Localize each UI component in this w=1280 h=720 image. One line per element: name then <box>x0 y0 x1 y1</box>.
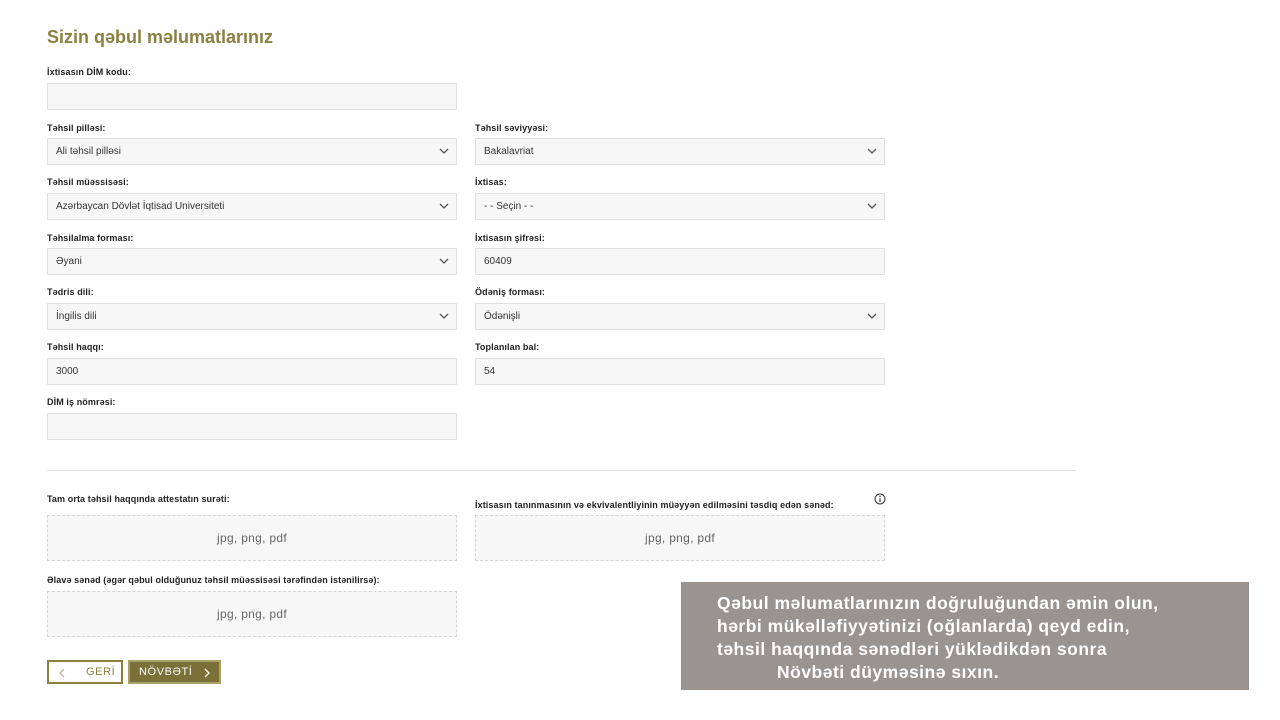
ixtisas-sifresi-label: İxtisasın şifrəsi: <box>475 233 545 243</box>
tehsil-pillesi-select[interactable]: Ali təhsil pilləsi <box>47 138 457 165</box>
instruction-line-2: hərbi mükəlləfiyyətinizi (oğlanlarda) qe… <box>717 616 1130 636</box>
odenis-formasi-label: Ödəniş forması: <box>475 287 546 297</box>
tehsil-pillesi-value: Ali təhsil pilləsi <box>56 146 122 157</box>
odenis-formasi-select[interactable]: Ödənişli <box>475 303 885 330</box>
dim-code-input[interactable] <box>47 83 457 110</box>
instruction-line-3: təhsil haqqında sənədləri yüklədikdən so… <box>717 639 1108 659</box>
chevron-left-icon <box>59 668 65 678</box>
ixtisas-select[interactable]: - - Seçin - - <box>475 193 885 220</box>
instruction-line-4: Növbəti düyməsinə sıxın. <box>777 662 1000 682</box>
chevron-down-icon <box>867 313 877 319</box>
attestat-upload-dropzone[interactable]: jpg, png, pdf <box>47 515 457 561</box>
dim-is-nomresi-input[interactable] <box>47 413 457 440</box>
tehsil-seviyyesi-label: Təhsil səviyyəsi: <box>475 123 549 133</box>
tedris-dili-select[interactable]: İngilis dili <box>47 303 457 330</box>
upload-hint: jpg, png, pdf <box>217 531 287 545</box>
ixtisas-sifresi-input[interactable]: 60409 <box>475 248 885 275</box>
taninma-upload-label: İxtisasın tanınmasının və ekvivalentliyi… <box>475 500 834 510</box>
chevron-down-icon <box>439 148 449 154</box>
instruction-overlay: Qəbul məlumatlarınızın doğruluğundan əmi… <box>681 582 1249 690</box>
chevron-down-icon <box>439 313 449 319</box>
page-title: Sizin qəbul məlumatlarınız <box>47 27 274 47</box>
elave-upload-label: Əlavə sənəd (əgər qəbul olduğunuz təhsil… <box>47 575 380 585</box>
section-divider <box>47 470 1076 471</box>
tehsil-seviyyesi-select[interactable]: Bakalavriat <box>475 138 885 165</box>
tehsil-haqqi-input[interactable]: 3000 <box>47 358 457 385</box>
chevron-down-icon <box>439 203 449 209</box>
chevron-down-icon <box>439 258 449 264</box>
tehsil-haqqi-label: Təhsil haqqı: <box>47 342 104 352</box>
chevron-down-icon <box>867 203 877 209</box>
tehsilalma-formasi-value: Əyani <box>56 256 82 267</box>
chevron-right-icon <box>204 668 210 678</box>
chevron-down-icon <box>867 148 877 154</box>
attestat-upload-label: Tam orta təhsil haqqında attestatın surə… <box>47 494 230 504</box>
tedris-dili-label: Tədris dili: <box>47 287 94 297</box>
tehsilalma-formasi-label: Təhsilalma forması: <box>47 233 134 243</box>
tehsil-muessisesi-label: Təhsil müəssisəsi: <box>47 177 129 187</box>
upload-hint: jpg, png, pdf <box>217 607 287 621</box>
tehsil-seviyyesi-value: Bakalavriat <box>484 146 534 157</box>
back-button[interactable]: GERİ <box>47 660 123 684</box>
tehsil-muessisesi-value: Azərbaycan Dövlət İqtisad Universiteti <box>56 201 225 212</box>
tehsilalma-formasi-select[interactable]: Əyani <box>47 248 457 275</box>
back-button-label: GERİ <box>86 666 116 678</box>
tedris-dili-value: İngilis dili <box>56 311 97 322</box>
odenis-formasi-value: Ödənişli <box>484 311 521 322</box>
info-icon[interactable] <box>874 493 886 505</box>
toplanilan-bal-input[interactable]: 54 <box>475 358 885 385</box>
tehsil-muessisesi-select[interactable]: Azərbaycan Dövlət İqtisad Universiteti <box>47 193 457 220</box>
tehsil-pillesi-label: Təhsil pilləsi: <box>47 123 106 133</box>
elave-upload-dropzone[interactable]: jpg, png, pdf <box>47 591 457 637</box>
ixtisas-value: - - Seçin - - <box>484 201 534 212</box>
dim-is-nomresi-label: DİM iş nömrəsi: <box>47 397 116 407</box>
ixtisas-label: İxtisas: <box>475 177 507 187</box>
next-button-label: NÖVBƏTİ <box>139 666 193 678</box>
upload-hint: jpg, png, pdf <box>645 531 715 545</box>
toplanilan-bal-label: Toplanılan bal: <box>475 342 540 352</box>
taninma-upload-dropzone[interactable]: jpg, png, pdf <box>475 515 885 561</box>
instruction-line-1: Qəbul məlumatlarınızın doğruluğundan əmi… <box>717 593 1159 613</box>
dim-code-label: İxtisasın DİM kodu: <box>47 67 131 77</box>
next-button[interactable]: NÖVBƏTİ <box>128 660 221 684</box>
